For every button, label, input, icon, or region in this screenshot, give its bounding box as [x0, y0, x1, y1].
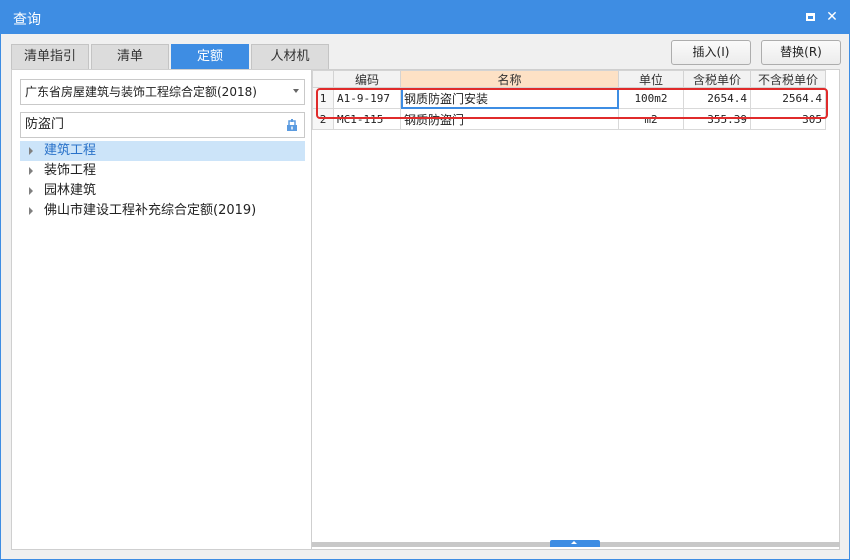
expand-arrow-icon[interactable]: [29, 207, 33, 215]
title-bar[interactable]: 查询 ✕: [1, 1, 849, 34]
results-panel: 编码 名称 单位 含税单价 不含税单价 1 A1-9-197 钢质防盗门安装 1…: [312, 69, 840, 550]
maximize-icon[interactable]: [801, 8, 819, 26]
cell-price-notax[interactable]: 2564.4: [750, 87, 826, 109]
tree-item-label: 建筑工程: [44, 143, 97, 158]
chevron-down-icon: [293, 89, 299, 93]
tab-bill-guide[interactable]: 清单指引: [11, 44, 89, 70]
cell-name[interactable]: 钢质防盗门: [400, 108, 619, 130]
table-header-row: 编码 名称 单位 含税单价 不含税单价: [312, 70, 826, 88]
panel-splitter-handle[interactable]: [550, 540, 600, 547]
tree-item-label: 佛山市建设工程补充综合定额(2019): [44, 203, 257, 218]
table-row[interactable]: 1 A1-9-197 钢质防盗门安装 100m2 2654.4 2564.4: [312, 87, 826, 109]
tree-item-label: 园林建筑: [44, 183, 97, 198]
column-header-price-notax[interactable]: 不含税单价: [750, 70, 826, 88]
column-header-price-tax[interactable]: 含税单价: [683, 70, 751, 88]
cell-code[interactable]: MC1-115: [333, 108, 401, 130]
insert-button[interactable]: 插入(I): [671, 40, 751, 65]
library-select-value: 广东省房屋建筑与装饰工程综合定额(2018): [25, 85, 257, 99]
replace-button[interactable]: 替换(R): [761, 40, 841, 65]
close-icon[interactable]: ✕: [823, 8, 841, 26]
window-title: 查询: [13, 12, 41, 28]
cell-unit[interactable]: 100m2: [618, 87, 684, 109]
cell-unit[interactable]: m2: [618, 108, 684, 130]
expand-arrow-icon[interactable]: [29, 147, 33, 155]
quota-tree: 建筑工程 装饰工程 园林建筑 佛山市建设工程补充综合定额(2019): [20, 141, 305, 221]
expand-arrow-icon[interactable]: [29, 187, 33, 195]
column-header-unit[interactable]: 单位: [618, 70, 684, 88]
tree-item-decoration[interactable]: 装饰工程: [20, 161, 305, 181]
column-header-name[interactable]: 名称: [400, 70, 619, 88]
tab-labor-material[interactable]: 人材机: [251, 44, 329, 70]
query-dialog: 查询 ✕ 清单指引 清单 定额 人材机 插入(I) 替换(R) 广东省房屋建筑与…: [0, 0, 850, 560]
library-select[interactable]: 广东省房屋建筑与装饰工程综合定额(2018): [20, 79, 305, 105]
search-icon[interactable]: [285, 118, 299, 132]
tree-item-garden[interactable]: 园林建筑: [20, 181, 305, 201]
search-input-value: 防盗门: [25, 117, 65, 132]
tree-item-label: 装饰工程: [44, 163, 97, 178]
tree-item-construction[interactable]: 建筑工程: [20, 141, 305, 161]
table-row[interactable]: 2 MC1-115 钢质防盗门 m2 355.39 305: [312, 108, 826, 130]
row-number: 1: [312, 87, 334, 109]
cell-price-notax[interactable]: 305: [750, 108, 826, 130]
tree-item-foshan-supplement[interactable]: 佛山市建设工程补充综合定额(2019): [20, 201, 305, 221]
tab-bill[interactable]: 清单: [91, 44, 169, 70]
cell-price-tax[interactable]: 2654.4: [683, 87, 751, 109]
row-number: 2: [312, 108, 334, 130]
column-header-code[interactable]: 编码: [333, 70, 401, 88]
chevron-up-icon: [571, 541, 577, 544]
cell-code[interactable]: A1-9-197: [333, 87, 401, 109]
results-table: 编码 名称 单位 含税单价 不含税单价 1 A1-9-197 钢质防盗门安装 1…: [312, 70, 826, 130]
cell-price-tax[interactable]: 355.39: [683, 108, 751, 130]
column-header-index: [312, 70, 334, 88]
expand-arrow-icon[interactable]: [29, 167, 33, 175]
tab-quota[interactable]: 定额: [171, 44, 249, 70]
cell-name[interactable]: 钢质防盗门安装: [400, 87, 619, 109]
search-input[interactable]: 防盗门: [20, 112, 305, 138]
left-panel: 广东省房屋建筑与装饰工程综合定额(2018) 防盗门 建筑工程 装饰工程 园林建…: [11, 69, 312, 550]
